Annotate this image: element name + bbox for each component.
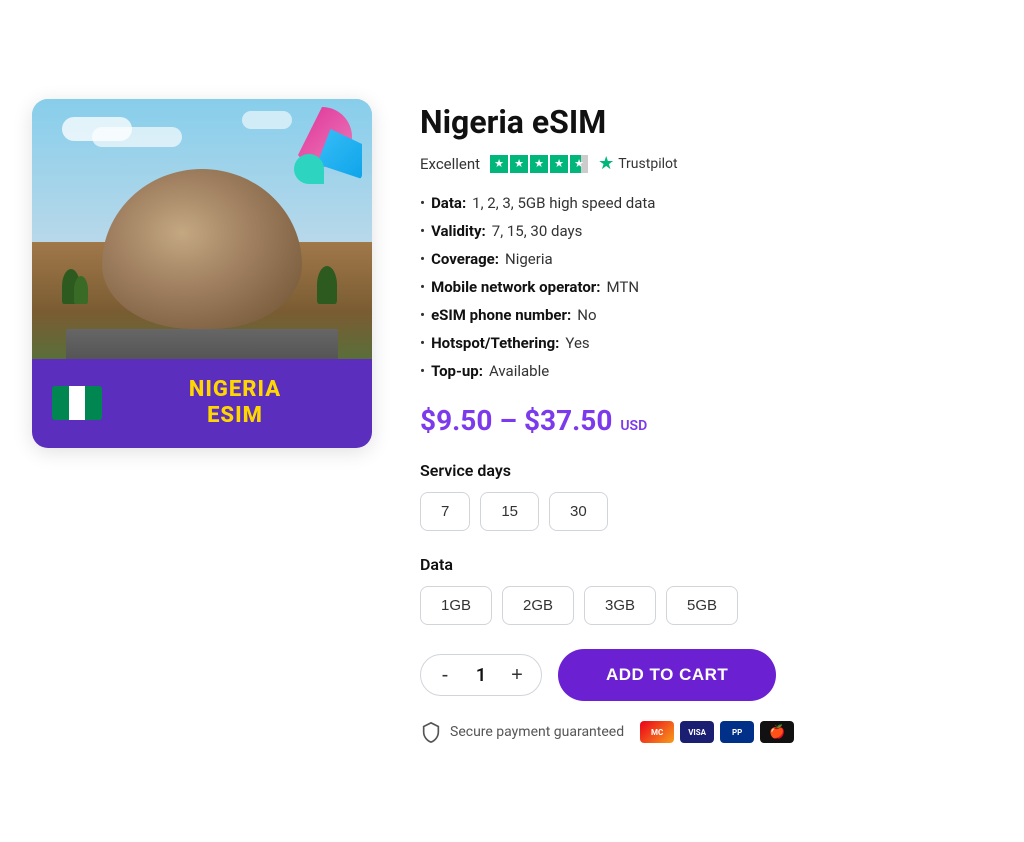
spec-network: Mobile network operator: MTN bbox=[420, 278, 992, 296]
apple-pay-icon: 🍎 bbox=[760, 721, 794, 743]
service-day-15[interactable]: 15 bbox=[480, 492, 539, 531]
quantity-control: - 1 + bbox=[420, 654, 542, 696]
specs-list: Data: 1, 2, 3, 5GB high speed data Valid… bbox=[420, 194, 992, 380]
data-1gb[interactable]: 1GB bbox=[420, 586, 492, 625]
payment-icons: MC VISA PP 🍎 bbox=[640, 721, 794, 743]
product-label-bar: NIGERIA ESIM bbox=[32, 359, 372, 448]
data-3gb[interactable]: 3GB bbox=[584, 586, 656, 625]
star-4: ★ bbox=[550, 155, 568, 173]
secure-label: Secure payment guaranteed bbox=[450, 724, 624, 740]
nigeria-flag bbox=[52, 386, 102, 420]
trustpilot-logo: ★ Trustpilot bbox=[598, 153, 677, 174]
data-5gb[interactable]: 5GB bbox=[666, 586, 738, 625]
spec-data: Data: 1, 2, 3, 5GB high speed data bbox=[420, 194, 992, 212]
trustpilot-label: Trustpilot bbox=[618, 156, 677, 172]
service-days-label: Service days bbox=[420, 461, 992, 480]
mastercard-icon: MC bbox=[640, 721, 674, 743]
spec-coverage: Coverage: Nigeria bbox=[420, 250, 992, 268]
product-title: Nigeria eSIM bbox=[420, 103, 992, 141]
secure-payment-row: Secure payment guaranteed MC VISA PP 🍎 bbox=[420, 721, 992, 743]
data-options: 1GB 2GB 3GB 5GB bbox=[420, 586, 992, 625]
trustpilot-star: ★ bbox=[598, 153, 614, 174]
spec-validity: Validity: 7, 15, 30 days bbox=[420, 222, 992, 240]
service-day-7[interactable]: 7 bbox=[420, 492, 470, 531]
spec-topup: Top-up: Available bbox=[420, 362, 992, 380]
service-days-options: 7 15 30 bbox=[420, 492, 992, 531]
price-row: $9.50 – $37.50 USD bbox=[420, 404, 992, 437]
price-currency: USD bbox=[620, 418, 647, 434]
star-5: ★ bbox=[570, 155, 588, 173]
data-label: Data bbox=[420, 555, 992, 574]
deco-teal-shape bbox=[294, 154, 324, 184]
star-3: ★ bbox=[530, 155, 548, 173]
service-day-30[interactable]: 30 bbox=[549, 492, 608, 531]
star-rating: ★ ★ ★ ★ ★ bbox=[490, 155, 588, 173]
star-1: ★ bbox=[490, 155, 508, 173]
cart-row: - 1 + ADD TO CART bbox=[420, 649, 992, 701]
rating-row: Excellent ★ ★ ★ ★ ★ ★ Trustpilot bbox=[420, 153, 992, 174]
image-label: NIGERIA ESIM bbox=[118, 377, 352, 430]
spec-hotspot: Hotspot/Tethering: Yes bbox=[420, 334, 992, 352]
star-2: ★ bbox=[510, 155, 528, 173]
spec-phone-number: eSIM phone number: No bbox=[420, 306, 992, 324]
quantity-increase-button[interactable]: + bbox=[501, 659, 533, 691]
price-range: $9.50 – $37.50 bbox=[420, 404, 612, 437]
paypal-icon: PP bbox=[720, 721, 754, 743]
product-details: Nigeria eSIM Excellent ★ ★ ★ ★ ★ ★ Trust… bbox=[420, 99, 992, 743]
quantity-value: 1 bbox=[469, 665, 493, 686]
data-2gb[interactable]: 2GB bbox=[502, 586, 574, 625]
add-to-cart-button[interactable]: ADD TO CART bbox=[558, 649, 776, 701]
product-image-card: NIGERIA ESIM bbox=[32, 99, 372, 448]
product-page: NIGERIA ESIM Nigeria eSIM Excellent ★ ★ … bbox=[32, 99, 992, 743]
product-photo bbox=[32, 99, 372, 359]
visa-icon: VISA bbox=[680, 721, 714, 743]
shield-icon bbox=[420, 721, 442, 743]
quantity-decrease-button[interactable]: - bbox=[429, 659, 461, 691]
rating-label: Excellent bbox=[420, 155, 480, 173]
